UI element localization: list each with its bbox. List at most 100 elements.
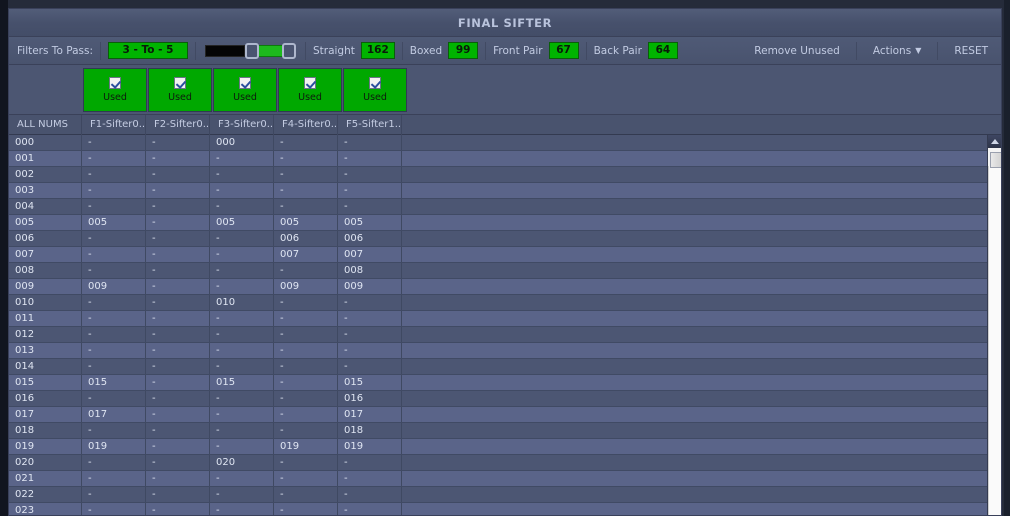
table-row[interactable]: 004- - - - - <box>9 199 993 215</box>
cell-f4[interactable]: - <box>274 199 338 214</box>
cell-f5[interactable]: - <box>338 295 402 310</box>
cell-filler[interactable] <box>402 215 993 230</box>
cell-f2[interactable]: - <box>146 135 210 150</box>
cell-filler[interactable] <box>402 343 993 358</box>
table-row[interactable]: 021- - - - - <box>9 471 993 487</box>
cell-f5[interactable]: 019 <box>338 439 402 454</box>
cell-f4[interactable]: - <box>274 183 338 198</box>
filters-to-pass-value[interactable]: 3 - To - 5 <box>107 42 188 59</box>
remove-unused-button[interactable]: Remove Unused <box>745 45 849 57</box>
cell-f1[interactable]: 005 <box>82 215 146 230</box>
cell-f5[interactable]: 017 <box>338 407 402 422</box>
table-row[interactable]: 020- -020- - <box>9 455 993 471</box>
used-toggle-f4[interactable]: Used <box>278 67 342 112</box>
cell-f3[interactable]: - <box>210 199 274 214</box>
table-row[interactable]: 019 019- -019 019 <box>9 439 993 455</box>
table-row[interactable]: 017 017- - -017 <box>9 407 993 423</box>
cell-f4[interactable]: 019 <box>274 439 338 454</box>
cell-f1[interactable]: 009 <box>82 279 146 294</box>
cell-f5[interactable]: - <box>338 359 402 374</box>
cell-filler[interactable] <box>402 311 993 326</box>
cell-f4[interactable]: - <box>274 263 338 278</box>
table-row[interactable]: 002- - - - - <box>9 167 993 183</box>
cell-f3[interactable]: - <box>210 167 274 182</box>
cell-all-nums[interactable]: 009 <box>9 279 82 294</box>
cell-f2[interactable]: - <box>146 327 210 342</box>
cell-f4[interactable]: - <box>274 391 338 406</box>
cell-filler[interactable] <box>402 295 993 310</box>
cell-all-nums[interactable]: 005 <box>9 215 82 230</box>
cell-f2[interactable]: - <box>146 183 210 198</box>
slider-handle-high[interactable] <box>281 42 296 59</box>
cell-f3[interactable]: - <box>210 247 274 262</box>
cell-f3[interactable]: - <box>210 487 274 502</box>
cell-f2[interactable]: - <box>146 263 210 278</box>
cell-f2[interactable]: - <box>146 231 210 246</box>
cell-f3[interactable]: - <box>210 471 274 486</box>
cell-f3[interactable]: - <box>210 183 274 198</box>
cell-f4[interactable]: - <box>274 343 338 358</box>
cell-f1[interactable]: - <box>82 343 146 358</box>
cell-f1[interactable]: - <box>82 167 146 182</box>
cell-f4[interactable]: 005 <box>274 215 338 230</box>
cell-f5[interactable]: 007 <box>338 247 402 262</box>
actions-menu-button[interactable]: Actions ▼ <box>864 45 931 57</box>
cell-f5[interactable]: - <box>338 199 402 214</box>
table-row[interactable]: 000- -000- - <box>9 135 993 151</box>
cell-f1[interactable]: - <box>82 503 146 515</box>
cell-f5[interactable]: - <box>338 327 402 342</box>
cell-f1[interactable]: - <box>82 359 146 374</box>
cell-f2[interactable]: - <box>146 167 210 182</box>
scrollbar-trough[interactable] <box>988 166 1001 515</box>
cell-f3[interactable]: 000 <box>210 135 274 150</box>
cell-all-nums[interactable]: 014 <box>9 359 82 374</box>
cell-all-nums[interactable]: 016 <box>9 391 82 406</box>
cell-f4[interactable]: - <box>274 327 338 342</box>
cell-f1[interactable]: - <box>82 295 146 310</box>
cell-f2[interactable]: - <box>146 247 210 262</box>
cell-f5[interactable]: - <box>338 151 402 166</box>
cell-filler[interactable] <box>402 231 993 246</box>
table-row[interactable]: 005 005-005 005 005 <box>9 215 993 231</box>
cell-all-nums[interactable]: 004 <box>9 199 82 214</box>
cell-filler[interactable] <box>402 471 993 486</box>
cell-f2[interactable]: - <box>146 279 210 294</box>
cell-f4[interactable]: - <box>274 295 338 310</box>
cell-f4[interactable]: - <box>274 455 338 470</box>
cell-all-nums[interactable]: 023 <box>9 503 82 515</box>
table-row[interactable]: 015 015-015-015 <box>9 375 993 391</box>
cell-f5[interactable]: 008 <box>338 263 402 278</box>
cell-all-nums[interactable]: 011 <box>9 311 82 326</box>
cell-f1[interactable]: - <box>82 135 146 150</box>
cell-all-nums[interactable]: 018 <box>9 423 82 438</box>
column-header-f1[interactable]: F1-Sifter0... <box>82 114 146 135</box>
cell-f2[interactable]: - <box>146 199 210 214</box>
cell-filler[interactable] <box>402 263 993 278</box>
cell-f3[interactable]: - <box>210 279 274 294</box>
cell-f3[interactable]: - <box>210 391 274 406</box>
slider-handle-low[interactable] <box>244 42 259 59</box>
cell-all-nums[interactable]: 007 <box>9 247 82 262</box>
cell-all-nums[interactable]: 010 <box>9 295 82 310</box>
cell-f5[interactable]: - <box>338 503 402 515</box>
cell-f2[interactable]: - <box>146 407 210 422</box>
cell-all-nums[interactable]: 015 <box>9 375 82 390</box>
cell-f3[interactable]: - <box>210 311 274 326</box>
cell-f4[interactable]: - <box>274 167 338 182</box>
used-toggle-f5[interactable]: Used <box>343 67 407 112</box>
column-header-f3[interactable]: F3-Sifter0... <box>210 114 274 135</box>
table-row[interactable]: 003- - - - - <box>9 183 993 199</box>
cell-f3[interactable]: - <box>210 503 274 515</box>
filters-range-slider[interactable] <box>204 42 296 59</box>
cell-filler[interactable] <box>402 327 993 342</box>
cell-all-nums[interactable]: 008 <box>9 263 82 278</box>
cell-filler[interactable] <box>402 135 993 150</box>
cell-f4[interactable]: 009 <box>274 279 338 294</box>
cell-all-nums[interactable]: 019 <box>9 439 82 454</box>
cell-f3[interactable]: 015 <box>210 375 274 390</box>
cell-f2[interactable]: - <box>146 423 210 438</box>
table-row[interactable]: 010- -010- - <box>9 295 993 311</box>
cell-filler[interactable] <box>402 359 993 374</box>
cell-f5[interactable]: 016 <box>338 391 402 406</box>
cell-f1[interactable]: - <box>82 487 146 502</box>
